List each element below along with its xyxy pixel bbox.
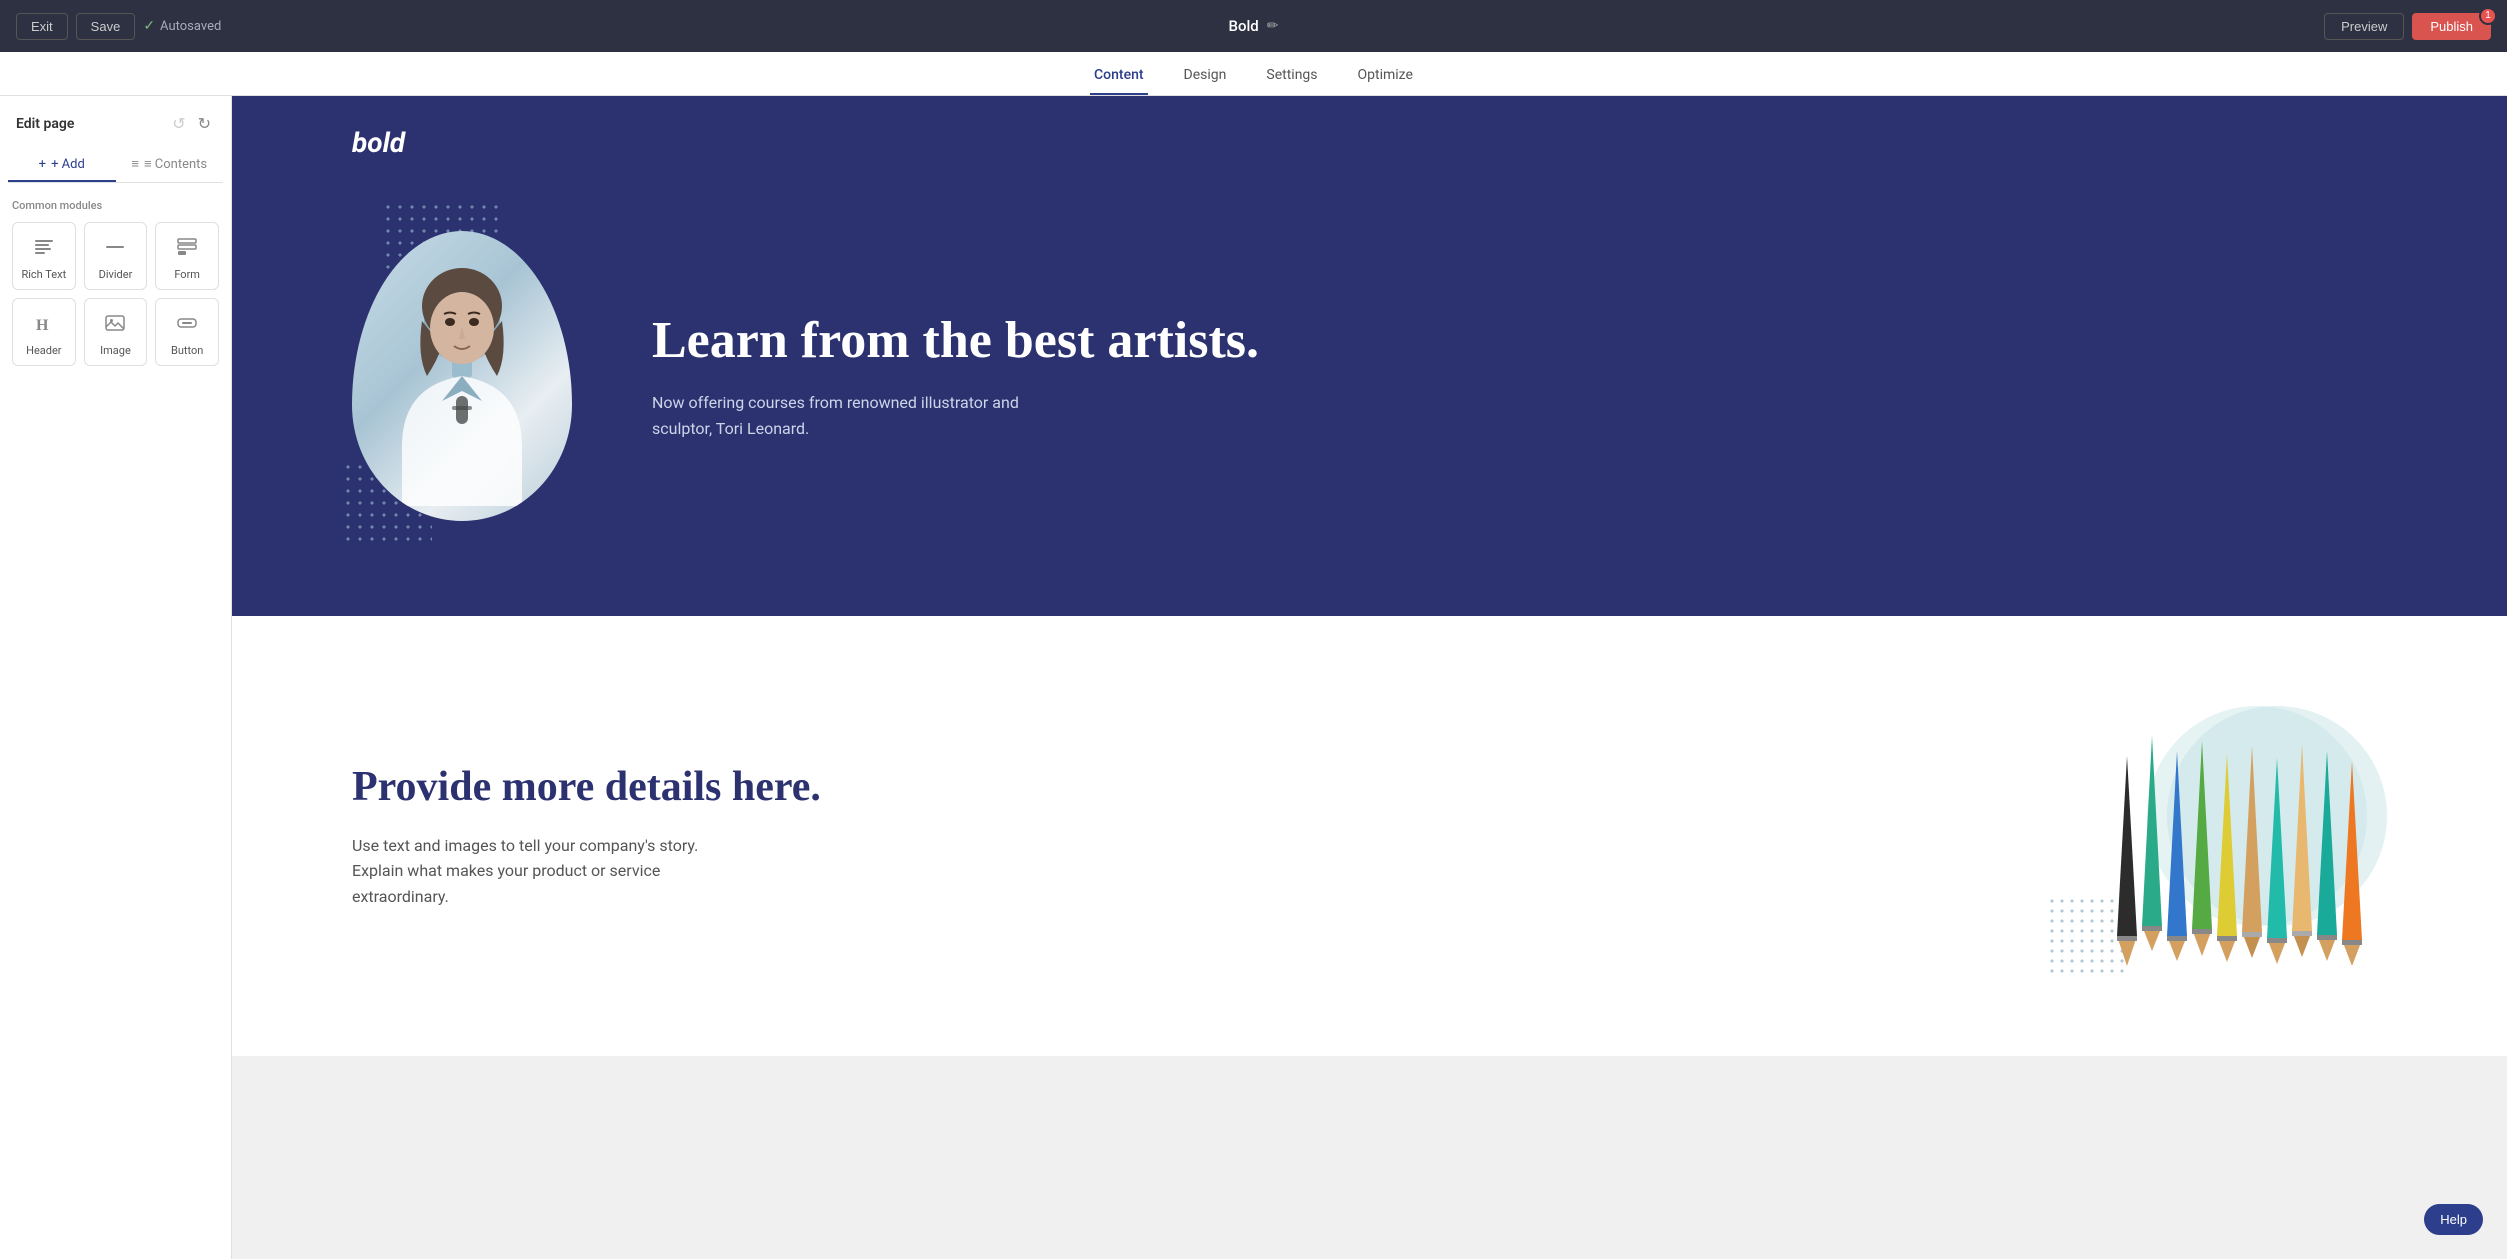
tab-content[interactable]: Content: [1090, 57, 1148, 95]
module-image[interactable]: Image: [84, 298, 148, 366]
publish-button[interactable]: Publish 1: [2412, 13, 2491, 40]
content-title: Provide more details here.: [352, 762, 1967, 812]
save-button[interactable]: Save: [76, 13, 136, 40]
module-rich-text-label: Rich Text: [21, 268, 66, 281]
module-button[interactable]: Button: [155, 298, 219, 366]
hero-section: bold: [232, 96, 2507, 616]
module-form[interactable]: Form: [155, 222, 219, 290]
rich-text-icon: [32, 235, 56, 262]
add-icon: +: [39, 157, 46, 172]
module-image-label: Image: [100, 344, 131, 357]
hero-title: Learn from the best artists.: [652, 311, 1259, 371]
tab-optimize[interactable]: Optimize: [1354, 57, 1417, 95]
module-divider[interactable]: Divider: [84, 222, 148, 290]
topbar-left: Exit Save ✓ Autosaved: [16, 13, 221, 40]
sidebar-header: Edit page ↺ ↻: [0, 96, 231, 148]
divider-icon: [103, 235, 127, 262]
undo-button[interactable]: ↺: [168, 112, 189, 136]
topbar-center: Bold ✏: [1229, 17, 1279, 35]
image-icon: [103, 311, 127, 338]
autosaved-text: Autosaved: [160, 19, 221, 34]
hero-image-wrapper: [352, 231, 572, 521]
header-icon: H: [32, 311, 56, 338]
topbar-right: Preview Publish 1: [2324, 13, 2491, 40]
content-image-wrapper: [2047, 696, 2387, 976]
redo-button[interactable]: ↻: [194, 112, 215, 136]
form-icon: [175, 235, 199, 262]
exit-button[interactable]: Exit: [16, 13, 68, 40]
nav-tabs: Content Design Settings Optimize: [0, 52, 2507, 96]
contents-tab[interactable]: ≡ ≡ Contents: [116, 148, 224, 182]
module-divider-label: Divider: [99, 268, 133, 281]
tab-settings[interactable]: Settings: [1262, 57, 1321, 95]
topbar: Exit Save ✓ Autosaved Bold ✏ Preview Pub…: [0, 0, 2507, 52]
content-body: Use text and images to tell your company…: [352, 833, 732, 910]
hero-text: Learn from the best artists. Now offerin…: [652, 311, 1259, 442]
content-text: Provide more details here. Use text and …: [352, 762, 1967, 909]
module-rich-text[interactable]: Rich Text: [12, 222, 76, 290]
undo-redo-controls: ↺ ↻: [168, 112, 215, 136]
autosaved-indicator: ✓ Autosaved: [143, 18, 221, 34]
sidebar: Edit page ↺ ↻ + + Add ≡ ≡ Contents Commo…: [0, 96, 232, 1259]
list-icon: ≡: [131, 156, 139, 172]
module-section: Common modules Rich Text: [0, 183, 231, 374]
check-icon: ✓: [143, 18, 155, 34]
edit-icon[interactable]: ✏: [1267, 18, 1279, 34]
module-form-label: Form: [174, 268, 200, 281]
preview-button[interactable]: Preview: [2324, 13, 2404, 40]
module-grid: Rich Text Divider: [12, 222, 219, 366]
hero-subtitle: Now offering courses from renowned illus…: [652, 390, 1032, 441]
add-tab[interactable]: + + Add: [8, 148, 116, 182]
module-header[interactable]: H Header: [12, 298, 76, 366]
pencils-illustration: [2047, 696, 2387, 976]
page-title: Bold: [1229, 17, 1259, 35]
hero-content: Learn from the best artists. Now offerin…: [352, 231, 2387, 521]
sidebar-title: Edit page: [16, 116, 74, 132]
publish-badge: 1: [2479, 7, 2497, 25]
help-button[interactable]: Help: [2424, 1204, 2483, 1235]
canvas: bold: [232, 96, 2507, 1259]
hero-logo: bold: [352, 126, 405, 159]
main-layout: Edit page ↺ ↻ + + Add ≡ ≡ Contents Commo…: [0, 96, 2507, 1259]
module-section-title: Common modules: [12, 199, 219, 212]
button-icon: [175, 311, 199, 338]
tab-design[interactable]: Design: [1180, 57, 1231, 95]
sidebar-tabs: + + Add ≡ ≡ Contents: [8, 148, 223, 183]
svg-text:H: H: [36, 317, 49, 334]
content-section: Provide more details here. Use text and …: [232, 616, 2507, 1056]
module-header-label: Header: [26, 344, 61, 357]
module-button-label: Button: [171, 344, 203, 357]
